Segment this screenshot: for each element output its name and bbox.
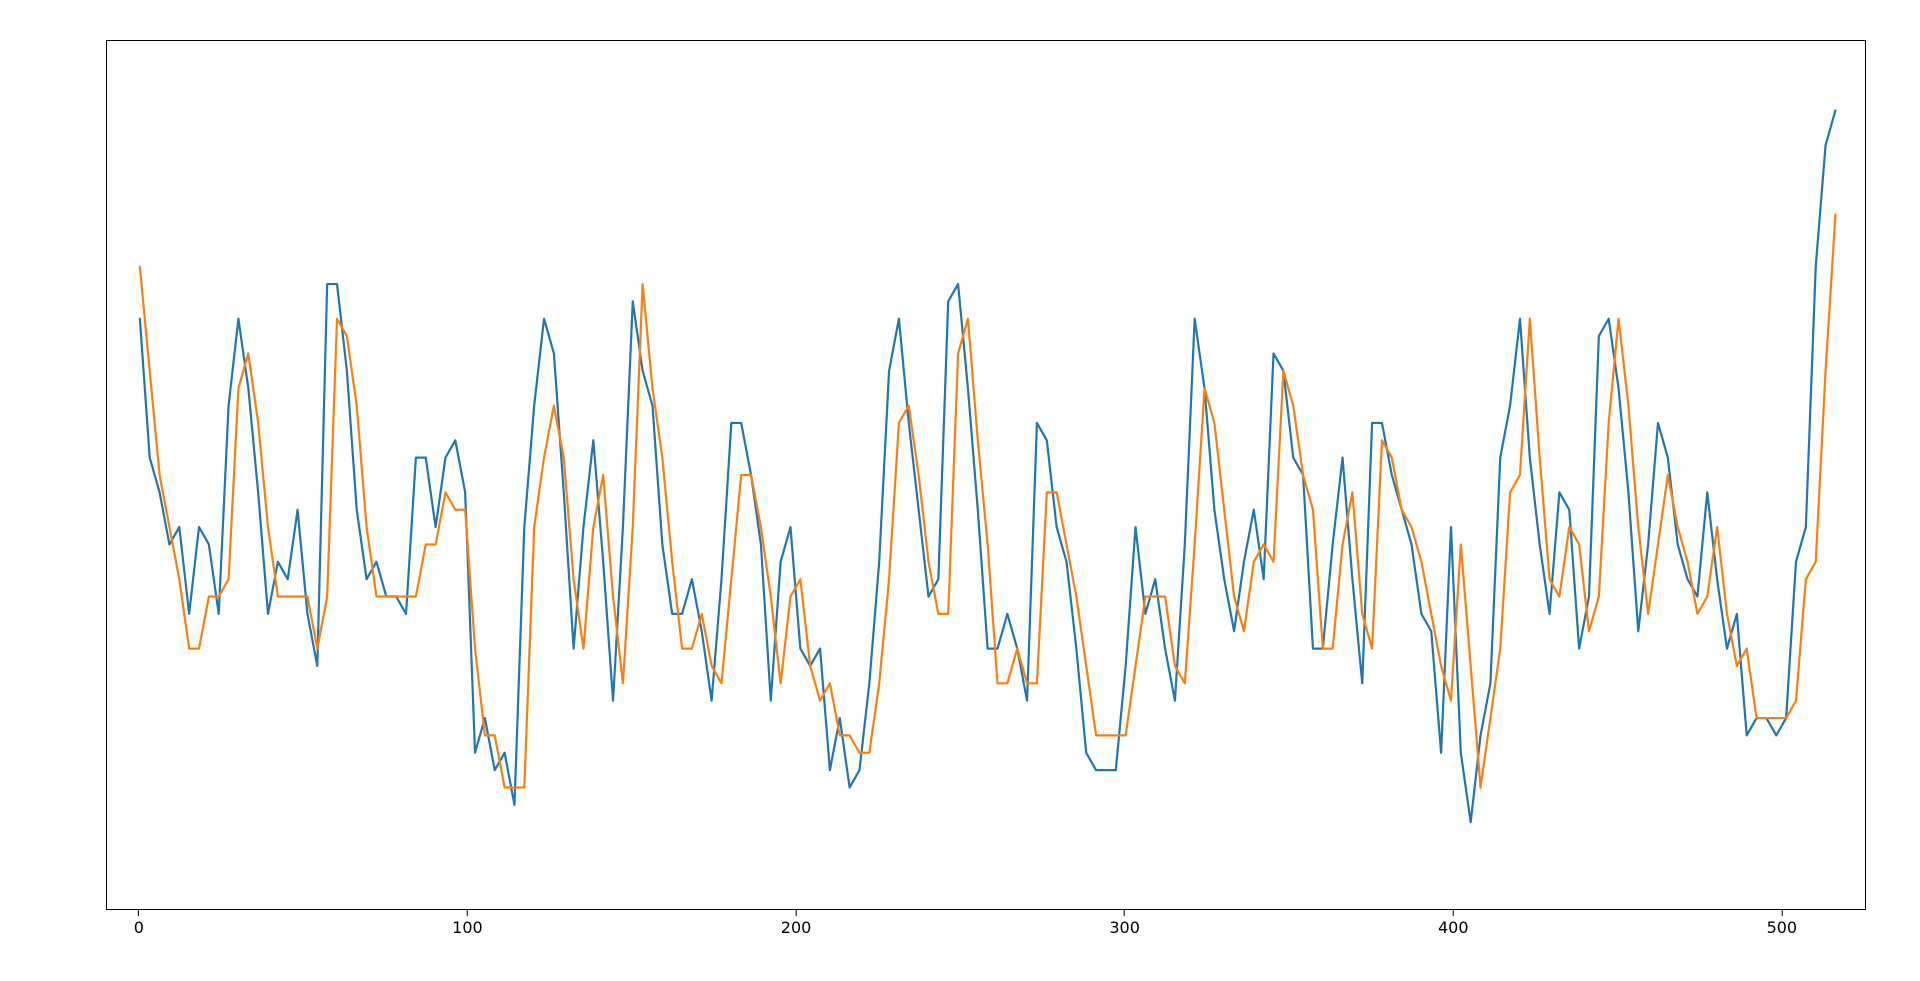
figure: 0 100 200 300 400 500 — [0, 0, 1920, 981]
line-series-0 — [140, 110, 1836, 822]
x-tick-mark — [138, 910, 139, 916]
x-tick-label: 500 — [1767, 918, 1798, 937]
x-tick-100: 100 — [452, 910, 483, 937]
plot-area — [106, 40, 1866, 910]
x-tick-200: 200 — [781, 910, 812, 937]
x-tick-label: 200 — [781, 918, 812, 937]
x-tick-mark — [1781, 910, 1782, 916]
x-axis-ticks: 0 100 200 300 400 500 — [106, 910, 1866, 950]
x-tick-mark — [796, 910, 797, 916]
line-chart-svg — [107, 41, 1865, 909]
x-tick-label: 0 — [134, 918, 144, 937]
x-tick-mark — [467, 910, 468, 916]
x-tick-label: 400 — [1438, 918, 1469, 937]
x-tick-0: 0 — [134, 910, 144, 937]
x-tick-500: 500 — [1767, 910, 1798, 937]
x-tick-400: 400 — [1438, 910, 1469, 937]
line-series-1 — [140, 215, 1836, 788]
x-tick-label: 300 — [1109, 918, 1140, 937]
x-tick-mark — [1453, 910, 1454, 916]
x-tick-300: 300 — [1109, 910, 1140, 937]
x-tick-mark — [1124, 910, 1125, 916]
x-tick-label: 100 — [452, 918, 483, 937]
